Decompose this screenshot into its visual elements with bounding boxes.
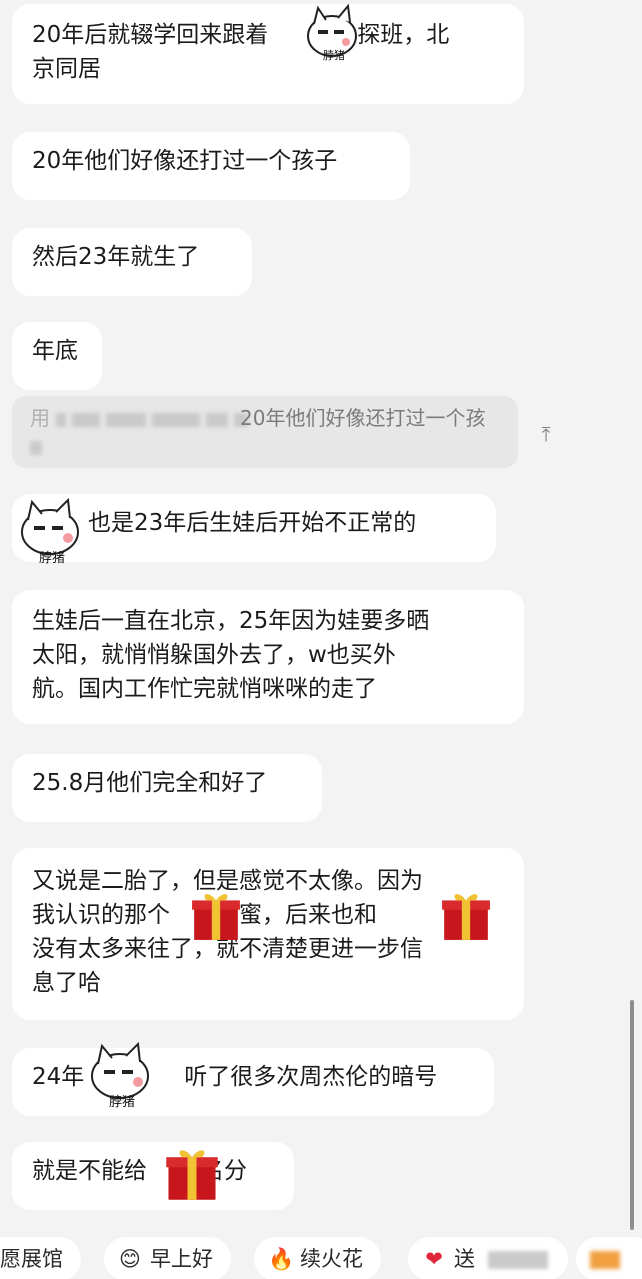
quick-reply-send[interactable]: ❤ 送 bbox=[408, 1237, 568, 1279]
gift-box-icon bbox=[442, 894, 490, 940]
gift-box-icon bbox=[166, 1150, 218, 1200]
message-bubble-2[interactable]: 20年他们好像还打过一个孩子 bbox=[12, 132, 410, 200]
quote-text: 20年他们好像还打过一个孩 bbox=[240, 406, 486, 430]
message-text: 也是23年后生娃后开始不正常的 bbox=[88, 510, 417, 536]
message-bubble-7[interactable]: 25.8月他们完全和好了 bbox=[12, 754, 322, 822]
message-text: 航。国内工作忙完就悄咪咪的走了 bbox=[32, 676, 377, 702]
message-bubble-3[interactable]: 然后23年就生了 bbox=[12, 228, 252, 296]
quick-reply-label: 送 bbox=[454, 1247, 475, 1271]
quick-reply-label: 续火花 bbox=[300, 1247, 363, 1271]
quick-reply-exhibition[interactable]: 愿展馆 bbox=[0, 1237, 81, 1279]
quick-reply-bar: 愿展馆 😊 早上好 🔥 续火花 ❤ 送 bbox=[0, 1233, 642, 1279]
message-text: 就是不能给 bbox=[32, 1158, 147, 1184]
scrollbar[interactable] bbox=[630, 1000, 634, 1230]
message-bubble-4[interactable]: 年底 bbox=[12, 322, 102, 390]
scroll-to-quote-icon[interactable]: ⤒ bbox=[530, 418, 562, 450]
message-text: 20年后就辍学回来跟着 bbox=[32, 22, 269, 48]
quick-reply-label: 早上好 bbox=[150, 1247, 213, 1271]
message-text: 生娃后一直在北京，25年因为娃要多晒 bbox=[32, 608, 430, 634]
quick-reply-good-morning[interactable]: 😊 早上好 bbox=[104, 1237, 231, 1279]
message-text: 20年他们好像还打过一个孩子 bbox=[32, 148, 338, 174]
gift-box-icon bbox=[192, 894, 240, 940]
message-text: 听了很多次周杰伦的暗号 bbox=[184, 1064, 438, 1090]
quick-reply-spark[interactable]: 🔥 续火花 bbox=[254, 1237, 381, 1279]
quote-prefix: 用 bbox=[30, 406, 50, 430]
quick-reply-label: 愿展馆 bbox=[0, 1247, 63, 1271]
sticker-caption: 脖猪 bbox=[323, 49, 345, 62]
message-text: 年底 bbox=[32, 338, 78, 364]
message-text: 然后23年就生了 bbox=[32, 244, 200, 270]
message-text: 又说是二胎了，但是感觉不太像。因为 bbox=[32, 868, 423, 894]
message-text: 我认识的那个 bbox=[32, 902, 170, 928]
sticker-caption: 脖猪 bbox=[109, 1094, 135, 1110]
message-bubble-6[interactable]: 生娃后一直在北京，25年因为娃要多晒 太阳，就悄悄躲国外去了，w也买外 航。国内… bbox=[12, 590, 524, 724]
fire-icon: 🔥 bbox=[268, 1247, 295, 1271]
sticker-emoji-icon: 脖猪 bbox=[307, 3, 357, 62]
message-text: 太阳，就悄悄躲国外去了，w也买外 bbox=[32, 642, 396, 668]
message-text: 京同居 bbox=[32, 56, 101, 82]
sticker-emoji-icon: 脖猪 bbox=[91, 1041, 149, 1110]
sticker-emoji-icon: 脖猪 bbox=[21, 497, 79, 566]
smile-face-icon: 😊 bbox=[119, 1247, 141, 1271]
chat-area[interactable]: 20年后就辍学回来跟着 ，探班，北 京同居 20年他们好像还打过一个孩子 然后23… bbox=[0, 0, 642, 1235]
message-text: 25.8月他们完全和好了 bbox=[32, 770, 268, 796]
message-bubble-9[interactable]: 24年 听了很多次周杰伦的暗号 bbox=[12, 1048, 494, 1116]
message-bubble-1[interactable]: 20年后就辍学回来跟着 ，探班，北 京同居 bbox=[12, 4, 524, 104]
heart-icon: ❤ bbox=[425, 1247, 443, 1271]
quick-reply-more[interactable] bbox=[576, 1237, 642, 1279]
message-text: 息了哈 bbox=[32, 970, 101, 996]
sticker-caption: 脖猪 bbox=[39, 550, 65, 566]
message-bubble-10[interactable]: 就是不能给 名分 bbox=[12, 1142, 294, 1210]
quoted-reply[interactable]: 用 20年他们好像还打过一个孩 bbox=[12, 396, 518, 468]
message-text: 没有太多来往了，就不清楚更进一步信 bbox=[32, 936, 423, 962]
message-text: 24年 bbox=[32, 1064, 85, 1090]
